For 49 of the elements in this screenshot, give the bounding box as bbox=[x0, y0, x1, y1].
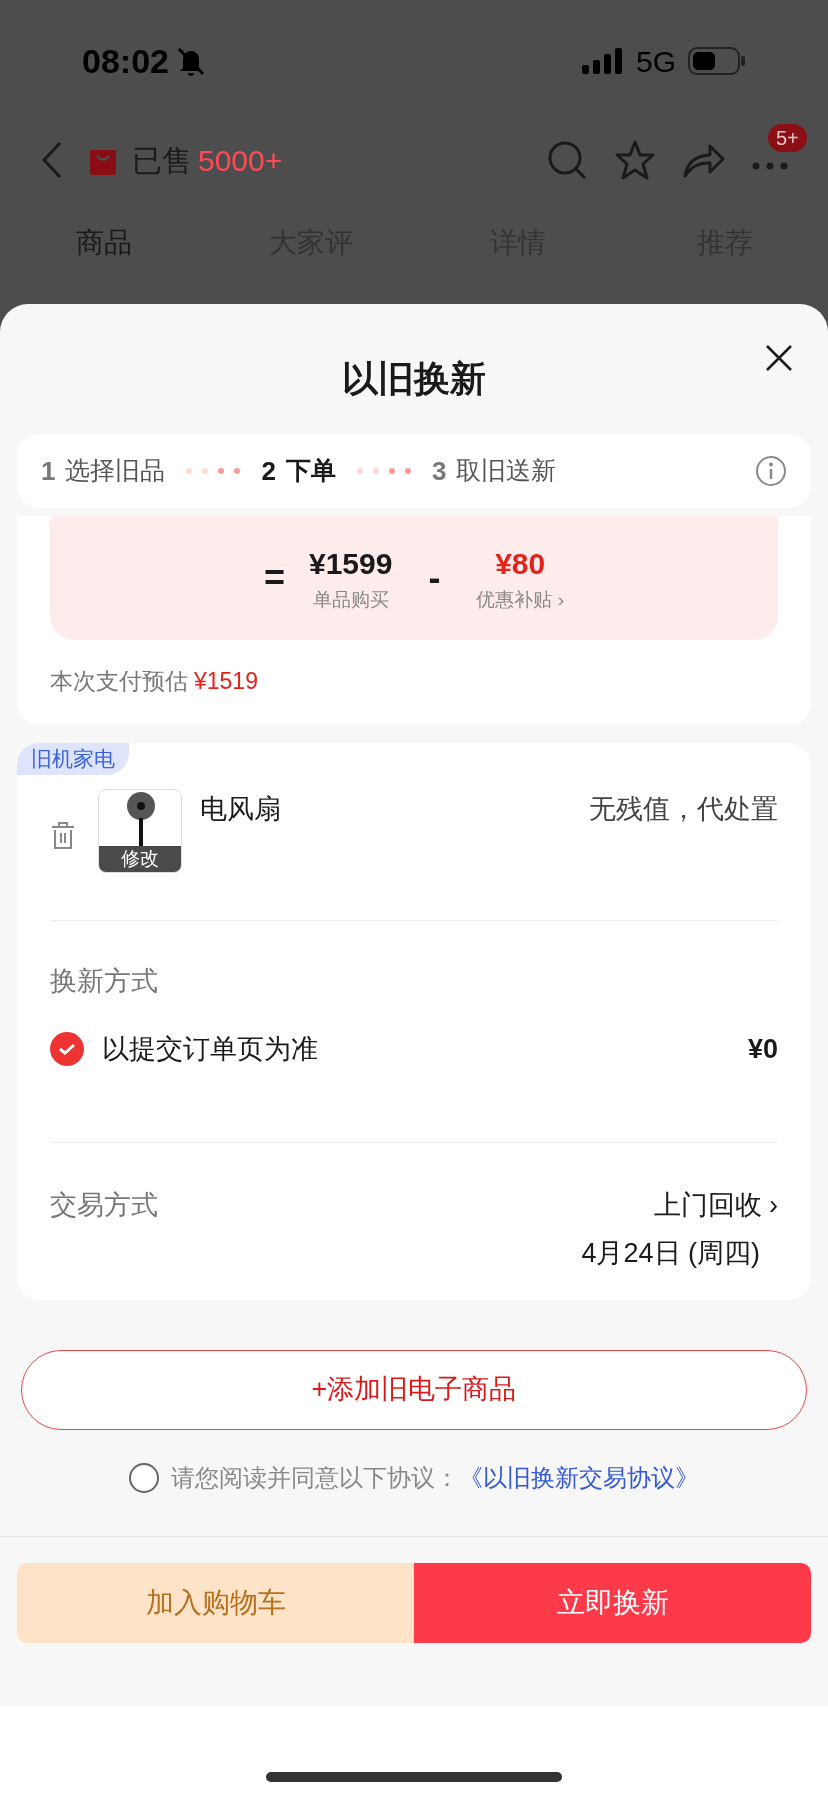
edit-label[interactable]: 修改 bbox=[99, 845, 181, 872]
back-icon[interactable] bbox=[40, 140, 64, 180]
section-heading: 换新方式 bbox=[50, 965, 158, 996]
item-value: 无残值，代处置 bbox=[589, 792, 778, 826]
check-icon bbox=[58, 1042, 76, 1057]
more-icon[interactable] bbox=[752, 162, 788, 170]
step-number: 3 bbox=[431, 454, 447, 488]
star-icon[interactable] bbox=[614, 139, 656, 181]
option-price: ¥0 bbox=[747, 1033, 778, 1066]
step-label: 下单 bbox=[285, 455, 336, 487]
agreement-radio[interactable] bbox=[129, 1462, 159, 1493]
step-number: 1 bbox=[41, 454, 56, 488]
info-icon[interactable] bbox=[755, 455, 787, 487]
trade-method-link[interactable]: 上门回收 › bbox=[653, 1184, 778, 1225]
status-time: 08:02 bbox=[82, 40, 169, 82]
category-tag: 旧机家电 bbox=[17, 742, 129, 775]
agreement-link[interactable]: 《以旧换新交易协议》 bbox=[459, 1459, 699, 1496]
item-name: 电风扇 bbox=[200, 792, 281, 826]
subsidy-price: ¥80 bbox=[495, 546, 546, 583]
bell-muted-icon bbox=[176, 46, 205, 76]
dots-icon bbox=[185, 467, 242, 475]
network-label: 5G bbox=[635, 43, 676, 80]
dots-icon bbox=[355, 467, 412, 475]
option-checkbox[interactable] bbox=[50, 1032, 84, 1067]
exchange-button[interactable]: 立即换新 bbox=[414, 1562, 811, 1643]
equals-sign: = bbox=[263, 556, 285, 600]
step-label: 选择旧品 bbox=[65, 455, 166, 487]
option-label: 以提交订单页为准 bbox=[102, 1033, 318, 1066]
base-price-label: 单品购买 bbox=[312, 588, 389, 613]
estimate-label: 本次支付预估 bbox=[50, 667, 188, 696]
trash-icon[interactable] bbox=[50, 820, 76, 851]
subsidy-link[interactable]: 优惠补贴 › bbox=[476, 586, 565, 615]
pickup-date: 4月24日 (周四) bbox=[581, 1237, 760, 1270]
signal-icon bbox=[581, 48, 624, 74]
sheet-title: 以旧换新 bbox=[342, 357, 486, 401]
sold-count: 5000+ bbox=[198, 142, 283, 179]
battery-icon bbox=[688, 47, 746, 75]
minus-sign: - bbox=[428, 556, 441, 600]
add-to-cart-button[interactable]: 加入购物车 bbox=[17, 1562, 414, 1643]
notification-badge: 5+ bbox=[768, 124, 807, 152]
step-label: 取旧送新 bbox=[456, 455, 557, 487]
agreement-text: 请您阅读并同意以下协议： bbox=[171, 1462, 459, 1493]
step-number: 2 bbox=[261, 454, 276, 488]
section-heading: 交易方式 bbox=[50, 1188, 158, 1222]
add-item-button[interactable]: +添加旧电子商品 bbox=[21, 1349, 807, 1430]
estimate-price: ¥1519 bbox=[194, 667, 258, 696]
base-price: ¥1599 bbox=[309, 546, 393, 583]
item-thumbnail[interactable]: 修改 bbox=[98, 788, 182, 873]
search-icon[interactable] bbox=[546, 139, 588, 181]
